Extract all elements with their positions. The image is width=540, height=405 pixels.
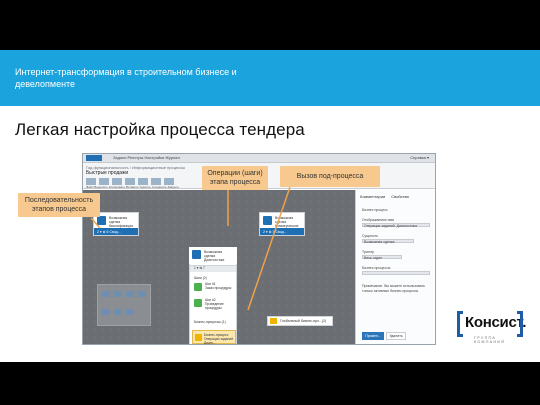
step-desc: Проведение процедуры bbox=[205, 302, 224, 310]
stage-header: Возможная сделка Диагностика bbox=[189, 247, 237, 264]
minimap-node bbox=[114, 291, 122, 297]
app-menu-items[interactable]: Задачи Реестры Настройки Журнал bbox=[113, 155, 180, 160]
stage-icon bbox=[97, 216, 106, 225]
logo-bracket-right bbox=[517, 311, 523, 337]
step-icon bbox=[194, 283, 202, 291]
field-label: Бизнес-процессы bbox=[362, 266, 391, 270]
tab-properties[interactable]: Свойства bbox=[391, 194, 409, 199]
copy-icon[interactable] bbox=[112, 178, 122, 185]
minimap-node bbox=[102, 291, 110, 297]
entity-value: Возможная сделка bbox=[364, 240, 395, 244]
slide-heading: Легкая настройка процесса тендера bbox=[15, 120, 305, 139]
subprocess-text: Бизнес-процесс Операции заданий. Диагн..… bbox=[204, 333, 234, 345]
help-menu[interactable]: Справка ▾ bbox=[410, 155, 429, 160]
processes-field[interactable] bbox=[362, 271, 430, 275]
step-desc: Заказ процедуры bbox=[205, 286, 232, 290]
global-process-box[interactable]: Глобальный бизнес-про...(2) bbox=[267, 316, 333, 326]
apply-button[interactable]: Примен... bbox=[362, 332, 384, 340]
minimap-node bbox=[126, 309, 134, 315]
field-label: Бизнес процесс bbox=[362, 208, 388, 212]
field-label: Триггер bbox=[362, 250, 375, 254]
subprocess-header[interactable]: Бизнес-процессы (1) bbox=[194, 320, 226, 324]
close-icon[interactable] bbox=[164, 178, 174, 185]
logo-subtitle: ГРУППА КОМПАНИЙ bbox=[474, 336, 506, 344]
step-item-2[interactable]: Шаг #2 Проведение процедуры bbox=[194, 298, 234, 310]
stage-icon bbox=[263, 216, 272, 225]
konsist-logo: Консист. ГРУППА КОМПАНИЙ bbox=[457, 311, 527, 344]
stage-icon bbox=[192, 250, 201, 259]
delete-icon[interactable] bbox=[138, 178, 148, 185]
minimap-node bbox=[114, 309, 122, 315]
paste-icon[interactable] bbox=[125, 178, 135, 185]
file-icon[interactable] bbox=[86, 178, 96, 185]
callout-operations: Операции (шаги) этапа процесса bbox=[202, 166, 268, 190]
field-label: Отображаемое имя bbox=[362, 218, 394, 222]
minimap-node bbox=[126, 291, 134, 297]
stage-control-text: 2 ▾ ⊗ 3 Свод... bbox=[263, 230, 287, 234]
toolbar-icons bbox=[86, 178, 174, 185]
trigger-value: Весь отдел bbox=[364, 256, 383, 260]
callout-subprocess: Вызов под-процесса bbox=[280, 166, 380, 187]
steps-header[interactable]: Шаги (2) bbox=[194, 276, 207, 280]
app-logo bbox=[86, 155, 102, 161]
toolbar-labels: Файл Выделить Копировать Вставить Удалит… bbox=[86, 185, 180, 189]
select-icon[interactable] bbox=[99, 178, 109, 185]
banner-title: Интернет-трансформация в строительном би… bbox=[15, 67, 237, 89]
step-icon bbox=[194, 299, 202, 307]
minimap-node bbox=[102, 309, 110, 315]
stage-control-text: 2 ▾ ⊗ 6 Свод... bbox=[97, 230, 121, 234]
stage-control-text: 1 ▾ ⊗ 7 bbox=[194, 266, 205, 270]
stage-card-2-expanded[interactable]: Возможная сделка Диагностика 1 ▾ ⊗ 7 Шаг… bbox=[189, 247, 237, 344]
step-item-1[interactable]: Шаг #1 Заказ процедуры bbox=[194, 282, 234, 294]
slide: Интернет-трансформация в строительном би… bbox=[0, 0, 540, 405]
tab-comments[interactable]: Комментарии bbox=[360, 194, 385, 199]
field-label: Сущность bbox=[362, 234, 379, 238]
process-canvas[interactable]: Возможная сделка Квалификация сделки 2 ▾… bbox=[83, 190, 355, 344]
callout-sequence: Последовательность этапов процесса bbox=[18, 193, 100, 217]
stage-card-3[interactable]: Возможная сделка Коммерческое предложени… bbox=[259, 212, 305, 236]
properties-panel: Комментарии Свойства Бизнес процесс Отоб… bbox=[355, 190, 435, 344]
display-name-value: Операции заданий. Диагностика bbox=[364, 224, 417, 228]
delete-button[interactable]: Удалить bbox=[386, 332, 406, 340]
panel-note: Примечание. Вы можете использовать тольк… bbox=[362, 284, 425, 293]
app-menubar: Задачи Реестры Настройки Журнал Справка … bbox=[83, 154, 435, 163]
minimap-node bbox=[138, 291, 146, 297]
logo-bracket-left bbox=[457, 311, 463, 337]
subprocess-icon bbox=[195, 334, 202, 341]
canvas-minimap[interactable] bbox=[97, 284, 151, 326]
stage-text: Возможная сделка Диагностика bbox=[204, 250, 225, 262]
save-icon[interactable] bbox=[151, 178, 161, 185]
stage-head: Возможная сделка Диагностика bbox=[189, 247, 237, 264]
subprocess-item[interactable]: Бизнес-процесс Операции заданий. Диагн..… bbox=[192, 330, 236, 344]
panel-tabs: Комментарии Свойства bbox=[360, 194, 409, 199]
process-title: Быстрые продажи bbox=[86, 170, 129, 176]
